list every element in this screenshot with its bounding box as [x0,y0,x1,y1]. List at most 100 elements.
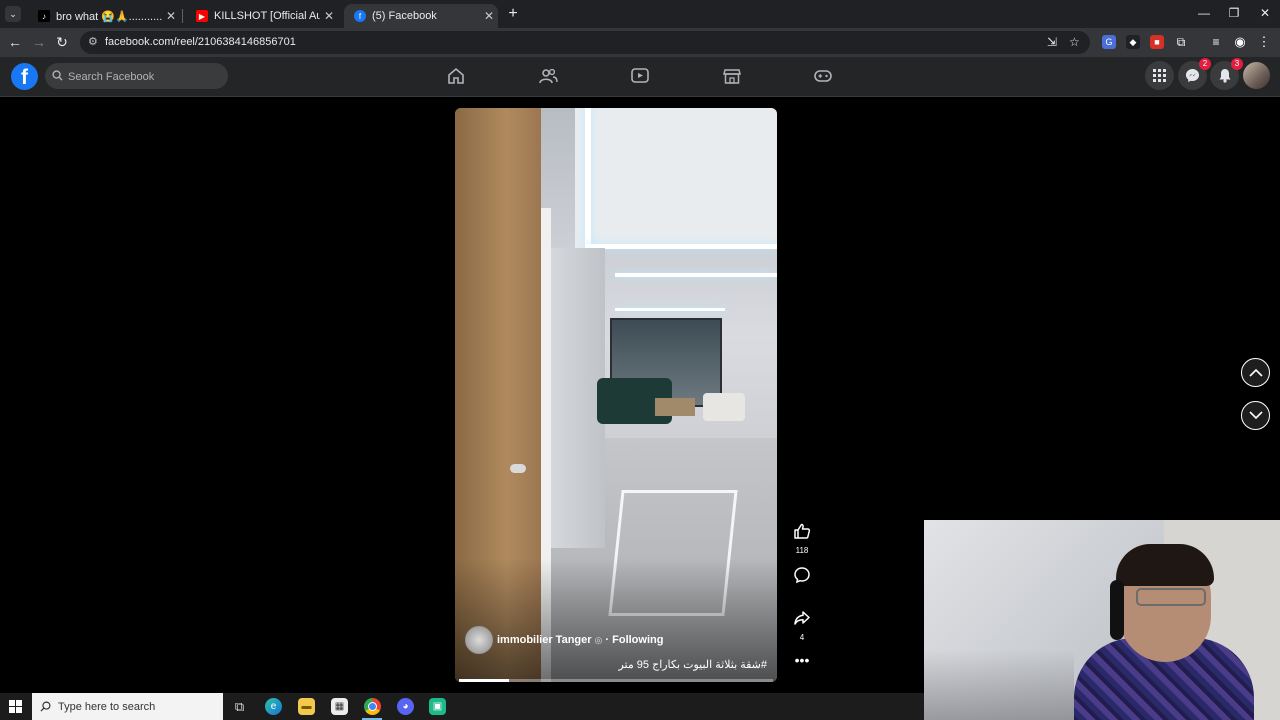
reel-caption: #شقة بثلاثة البيوت بكاراج 95 متر [618,659,767,671]
tab-tiktok[interactable]: ♪ bro what 😭🙏.....................#fy ✕ [28,4,180,28]
facebook-header: f Search Facebook 2 3 [0,57,1280,97]
taskbar-search[interactable]: Type here to search [32,693,223,720]
webcam-overlay [924,520,1280,720]
install-app-icon[interactable]: ⇲ [1047,35,1057,49]
browser-toolbar: ← → ↻ ⚙ facebook.com/reel/21063841468567… [0,28,1280,57]
thumbs-up-icon [794,523,811,539]
video-icon[interactable] [630,66,650,86]
browser-menu-icon[interactable]: ⋮ [1257,34,1271,49]
reel-video[interactable]: immobilier Tanger ◎ · Following #شقة بثل… [455,108,777,682]
youtube-icon: ▶ [196,10,208,22]
windows-taskbar: Type here to search ⧉ e ▬ ▦ ◕ ▣ [0,693,924,720]
video-progress-bar[interactable] [459,679,773,682]
close-tab-icon[interactable]: ✕ [162,9,180,23]
bookmark-star-icon[interactable]: ☆ [1069,35,1080,49]
video-frame-chair [703,393,745,421]
edge-icon[interactable]: e [265,698,282,715]
share-icon [794,611,810,625]
tab-search-button[interactable]: ⌄ [5,6,21,22]
file-explorer-icon[interactable]: ▬ [298,698,315,715]
restore-icon[interactable]: ❐ [1224,6,1244,20]
menu-grid-button[interactable] [1145,61,1174,90]
messenger-button[interactable]: 2 [1178,58,1211,90]
bell-icon [1219,69,1230,83]
notifications-badge: 3 [1231,58,1243,70]
video-frame-door-handle [510,464,526,473]
tab-title: bro what 😭🙏.....................#fy [56,10,162,23]
site-info-icon[interactable]: ⚙ [88,35,98,48]
video-frame-ceiling [575,108,777,248]
taskbar-search-placeholder: Type here to search [58,701,156,713]
gaming-icon[interactable] [813,66,833,86]
facebook-search[interactable] [45,63,228,91]
search-input[interactable] [66,63,220,91]
search-icon [40,701,51,712]
webcam-headset [1110,580,1124,640]
window-close-icon[interactable]: ✕ [1255,6,1275,20]
globe-icon: ◎ [594,634,603,645]
forward-arrow-icon[interactable]: → [30,34,48,50]
address-bar[interactable]: ⚙ facebook.com/reel/2106384146856701 ⇲ ☆ [80,31,1090,54]
chevron-down-icon [1248,411,1263,420]
author-name[interactable]: immobilier Tanger [497,634,592,646]
discord-icon[interactable]: ◕ [397,698,414,715]
chrome-icon[interactable] [364,698,381,715]
tab-facebook[interactable]: f (5) Facebook ✕ [344,4,498,28]
marketplace-icon[interactable] [722,66,742,86]
comment-icon [794,567,810,584]
more-options-icon[interactable]: ••• [792,653,812,667]
video-frame-light [615,308,725,311]
webcam-shadow [924,650,1074,720]
author-avatar[interactable] [465,626,493,654]
tiktok-icon: ♪ [38,10,50,22]
share-count: 4 [799,633,805,642]
reload-icon[interactable]: ↻ [53,34,71,51]
tab-title: (5) Facebook [372,10,437,22]
next-reel-button[interactable] [1241,401,1270,430]
facebook-icon: f [354,10,366,22]
chevron-up-icon [1248,368,1263,377]
new-tab-button[interactable]: + [505,5,521,23]
windows-start-icon[interactable] [9,700,22,713]
tab-separator [182,9,183,23]
app-icon[interactable]: ▣ [429,698,446,715]
video-progress-fill [459,679,510,682]
browser-tab-strip: ⌄ ♪ bro what 😭🙏.....................#fy … [0,0,1280,28]
like-button[interactable]: 118 [792,522,812,555]
back-arrow-icon[interactable]: ← [6,34,24,50]
task-view-icon[interactable]: ⧉ [231,698,248,715]
video-frame-table [655,398,695,416]
grid-icon [1153,69,1166,82]
like-count: 118 [795,546,809,555]
webcam-person-hair [1116,544,1214,586]
comment-button[interactable] [792,566,812,589]
home-icon[interactable] [446,66,466,86]
url-text[interactable]: facebook.com/reel/2106384146856701 [105,36,296,48]
friends-icon[interactable] [538,66,558,86]
search-icon [52,70,63,81]
extension-red-icon[interactable]: ■ [1150,35,1164,49]
following-status[interactable]: · Following [605,634,663,646]
reel-author: immobilier Tanger ◎ · Following [465,626,663,654]
messenger-icon [1185,68,1200,83]
share-button[interactable]: 4 [792,609,812,642]
media-control-icon[interactable]: ≡ [1209,35,1223,49]
notifications-button[interactable]: 3 [1210,58,1243,90]
microsoft-store-icon[interactable]: ▦ [331,698,348,715]
webcam-glasses [1136,588,1206,606]
messenger-badge: 2 [1199,58,1211,70]
tab-youtube[interactable]: ▶ KILLSHOT [Official Audio] - You ✕ [186,4,338,28]
previous-reel-button[interactable] [1241,358,1270,387]
extensions-puzzle-icon[interactable]: ⧉ [1174,35,1188,49]
minimize-icon[interactable]: — [1194,6,1214,20]
video-frame-light [585,244,777,249]
profile-icon[interactable]: ◉ [1233,34,1247,49]
tab-title: KILLSHOT [Official Audio] - You [214,10,320,22]
translate-extension-icon[interactable]: G [1102,35,1116,49]
facebook-logo[interactable]: f [11,63,38,90]
account-avatar[interactable] [1243,62,1270,89]
video-frame-light [585,108,591,248]
close-tab-icon[interactable]: ✕ [320,9,338,23]
close-tab-icon[interactable]: ✕ [480,9,498,23]
extension-diamond-icon[interactable]: ◆ [1126,35,1140,49]
